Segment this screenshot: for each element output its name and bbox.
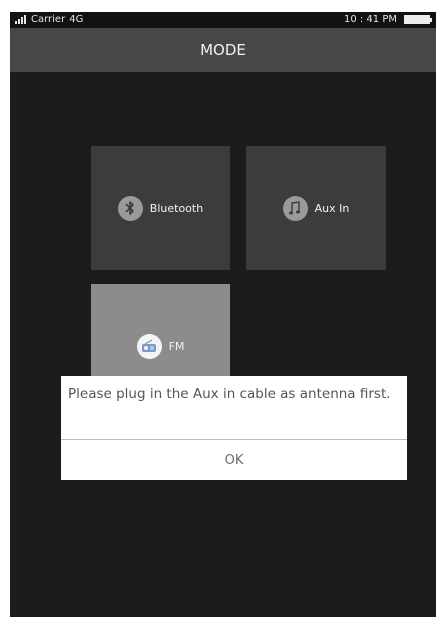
music-note-icon	[282, 195, 308, 221]
dialog-message: Please plug in the Aux in cable as anten…	[68, 386, 391, 402]
phone-screen: Carrier 4G 10 : 41 PM MODE Bluetooth Aux…	[10, 12, 436, 617]
page-title: MODE	[200, 41, 246, 59]
battery-icon	[404, 15, 432, 24]
alert-dialog: Please plug in the Aux in cable as anten…	[61, 376, 407, 480]
mode-tile-bluetooth[interactable]: Bluetooth	[91, 146, 230, 270]
bluetooth-icon	[117, 195, 143, 221]
carrier-name: Carrier	[31, 14, 66, 25]
mode-label-aux-in: Aux In	[314, 201, 350, 215]
status-right: 10 : 41 PM	[344, 14, 432, 25]
network-type: 4G	[69, 14, 84, 25]
ok-button[interactable]: OK	[61, 440, 407, 480]
mode-label-bluetooth: Bluetooth	[149, 201, 204, 215]
radio-icon	[136, 333, 162, 359]
mode-tile-aux-in[interactable]: Aux In	[246, 146, 386, 270]
mode-label-fm: FM	[168, 339, 185, 353]
clock: 10 : 41 PM	[343, 14, 397, 25]
signal-icon	[15, 15, 27, 24]
status-left: Carrier 4G	[15, 14, 83, 25]
header-bar: MODE	[10, 28, 436, 72]
status-bar: Carrier 4G 10 : 41 PM	[10, 12, 436, 28]
